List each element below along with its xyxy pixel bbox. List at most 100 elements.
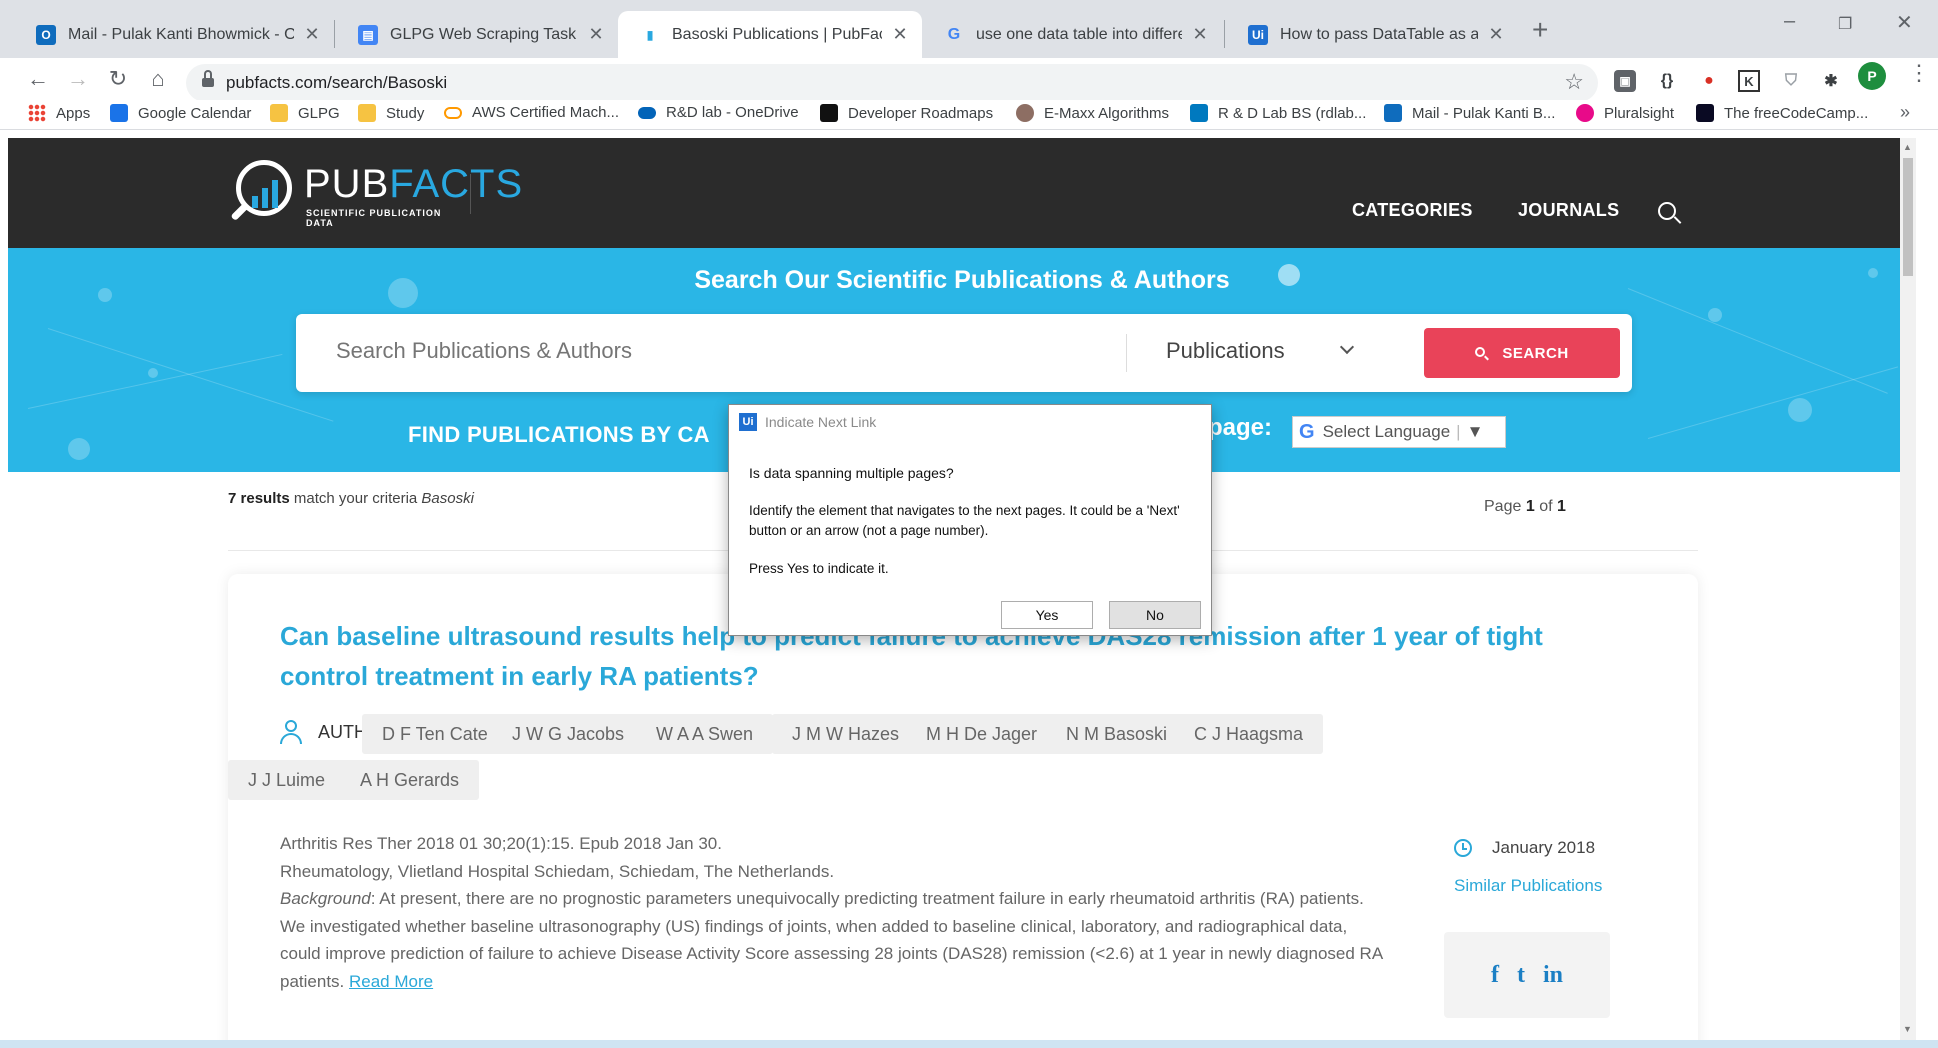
indicate-next-link-dialog: Ui Indicate Next Link Is data spanning m…: [728, 404, 1212, 636]
linkedin-icon[interactable]: in: [1543, 962, 1563, 989]
search-icon: [1475, 346, 1490, 360]
author-chip[interactable]: M H De Jager: [906, 714, 1058, 754]
bookmark-calendar[interactable]: Google Calendar: [110, 104, 251, 122]
logo-word-facts: FACTS: [389, 162, 524, 206]
dropdown-arrow-icon: ▼: [1466, 422, 1484, 441]
author-chip[interactable]: N M Basoski: [1046, 714, 1188, 754]
author-chip[interactable]: J M W Hazes: [772, 714, 920, 754]
scroll-down-icon[interactable]: ▼: [1903, 1024, 1912, 1034]
bookmark-label: AWS Certified Mach...: [472, 104, 619, 121]
author-chip[interactable]: J W G Jacobs: [492, 714, 645, 754]
bookmark-trello[interactable]: R & D Lab BS (rdlab...: [1190, 104, 1366, 122]
bookmark-mail[interactable]: Mail - Pulak Kanti B...: [1384, 104, 1555, 122]
nav-journals[interactable]: JOURNALS: [1518, 200, 1619, 221]
author-chip[interactable]: C J Haagsma: [1174, 714, 1324, 754]
restore-icon[interactable]: ❐: [1838, 14, 1852, 34]
minimize-icon[interactable]: –: [1784, 10, 1795, 33]
bookmark-aws[interactable]: AWS Certified Mach...: [444, 104, 619, 121]
scroll-thumb[interactable]: [1903, 158, 1913, 276]
outlook-icon: O: [36, 24, 56, 45]
page-scrollbar[interactable]: ▲ ▼: [1900, 138, 1916, 1040]
search-type-select[interactable]: Publications: [1166, 338, 1285, 364]
tab-title: How to pass DataTable as an arg: [1280, 25, 1478, 43]
author-chip[interactable]: D F Ten Cate: [362, 714, 508, 754]
tab-uipath[interactable]: Ui How to pass DataTable as an arg ✕: [1226, 11, 1518, 58]
search-input[interactable]: [336, 338, 1076, 364]
language-select-label: Select Language: [1322, 422, 1451, 441]
tab-glpg[interactable]: ▤ GLPG Web Scraping Task Estimat ✕: [336, 11, 618, 58]
nav-categories[interactable]: CATEGORIES: [1352, 200, 1473, 221]
facebook-icon[interactable]: f: [1491, 962, 1499, 989]
bookmark-label: E-Maxx Algorithms: [1044, 104, 1170, 122]
page-current: 1: [1525, 498, 1535, 515]
new-tab-button[interactable]: +: [1532, 14, 1548, 46]
json-extension-icon[interactable]: {}: [1656, 70, 1678, 92]
search-button[interactable]: SEARCH: [1424, 328, 1620, 378]
pubfacts-logo[interactable]: PUBFACTS SCIENTIFIC PUBLICATION DATA: [228, 156, 522, 228]
clock-icon: [1454, 839, 1472, 857]
no-button[interactable]: No: [1109, 601, 1201, 629]
bookmark-study[interactable]: Study: [358, 104, 424, 122]
chevron-down-icon[interactable]: [1339, 339, 1355, 355]
aws-icon: [444, 106, 462, 119]
twitter-icon[interactable]: t: [1517, 962, 1525, 989]
reload-icon[interactable]: ↻: [102, 66, 134, 92]
abstract-text: : At present, there are no prognostic pa…: [280, 889, 1383, 991]
similar-publications-link[interactable]: Similar Publications: [1454, 876, 1602, 896]
bookmark-label: R&D lab - OneDrive: [666, 104, 799, 121]
bookmark-roadmaps[interactable]: Developer Roadmaps: [820, 104, 993, 122]
search-box: Publications SEARCH: [296, 314, 1632, 392]
close-icon[interactable]: ✕: [890, 24, 910, 45]
yes-button[interactable]: Yes: [1001, 601, 1093, 629]
shield-icon[interactable]: ⛉: [1780, 70, 1802, 92]
puzzle-icon[interactable]: ✱: [1820, 70, 1842, 92]
window-close-icon[interactable]: ✕: [1896, 10, 1913, 35]
scroll-up-icon[interactable]: ▲: [1903, 142, 1912, 152]
more-menu-icon[interactable]: ⋮: [1908, 60, 1930, 86]
home-icon[interactable]: ⌂: [142, 66, 174, 92]
author-chip[interactable]: W A A Swen: [636, 714, 774, 754]
page-total: 1: [1556, 498, 1566, 515]
results-match-text: match your criteria: [293, 490, 418, 507]
k-extension-icon[interactable]: K: [1738, 70, 1760, 92]
close-icon[interactable]: ✕: [1190, 24, 1210, 45]
citation: Arthritis Res Ther 2018 01 30;20(1):15. …: [280, 834, 722, 853]
tab-mail[interactable]: O Mail - Pulak Kanti Bhowmick - O ✕: [14, 11, 334, 58]
pubfacts-icon: ▮: [646, 27, 654, 42]
docs-icon: ▤: [358, 24, 378, 45]
trello-icon: [1190, 104, 1208, 122]
bookmark-pluralsight[interactable]: Pluralsight: [1576, 104, 1674, 122]
author-chip[interactable]: A H Gerards: [340, 760, 480, 800]
adblock-icon[interactable]: ●: [1698, 70, 1720, 92]
bookmarks-overflow-icon[interactable]: »: [1900, 102, 1910, 123]
tab-pubfacts[interactable]: ▮ Basoski Publications | PubFacts ✕: [618, 11, 922, 58]
bookmark-glpg[interactable]: GLPG: [270, 104, 340, 122]
close-icon[interactable]: ✕: [1486, 24, 1506, 45]
extension-icon[interactable]: ▣: [1614, 70, 1636, 92]
dialog-titlebar: Ui Indicate Next Link: [729, 405, 1211, 439]
read-more-link[interactable]: Read More: [349, 972, 433, 991]
bookmark-emaxx[interactable]: E-Maxx Algorithms: [1016, 104, 1169, 122]
search-icon[interactable]: [1658, 202, 1682, 224]
author-chip[interactable]: J J Luime: [228, 760, 346, 800]
translate-page-text: page:: [1208, 414, 1273, 441]
pagination-info: Page 1 of 1: [1484, 498, 1566, 515]
find-by-category-text: FIND PUBLICATIONS BY CA: [408, 422, 710, 447]
forward-icon[interactable]: →: [62, 66, 94, 92]
close-icon[interactable]: ✕: [586, 24, 606, 45]
address-bar[interactable]: pubfacts.com/search/Basoski ☆: [186, 64, 1598, 102]
profile-avatar[interactable]: P: [1858, 62, 1886, 90]
bookmark-label: Mail - Pulak Kanti B...: [1412, 104, 1556, 122]
tab-google[interactable]: G use one data table into different ✕: [922, 11, 1222, 58]
url-text[interactable]: pubfacts.com/search/Basoski: [226, 73, 447, 93]
bookmark-apps[interactable]: Apps: [28, 104, 90, 122]
bookmark-freecodecamp[interactable]: The freeCodeCamp...: [1696, 104, 1868, 122]
person-icon: [280, 720, 302, 744]
google-icon: G: [1299, 420, 1315, 443]
close-icon[interactable]: ✕: [302, 24, 322, 45]
bookmark-onedrive[interactable]: R&D lab - OneDrive: [638, 104, 799, 121]
language-select[interactable]: G Select Language | ▼: [1292, 416, 1506, 448]
bookmark-star-icon[interactable]: ☆: [1564, 69, 1584, 95]
onedrive-icon: [638, 106, 656, 119]
back-icon[interactable]: ←: [22, 66, 54, 92]
